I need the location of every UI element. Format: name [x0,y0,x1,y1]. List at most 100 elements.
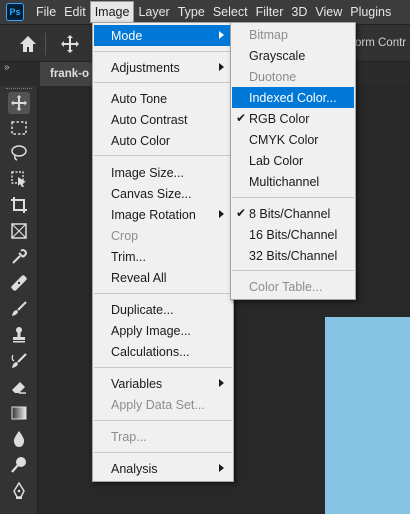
menu-separator [94,293,232,294]
checkmark-icon: ✔ [236,206,247,220]
submenu-arrow-icon [219,63,224,71]
menu-3d[interactable]: 3D [287,1,311,23]
menu-item-label: Calculations... [111,344,190,359]
menu-separator [94,452,232,453]
menu-item-label: Apply Image... [111,323,191,338]
menu-item-label: Analysis [111,461,158,476]
menu-item-label: Auto Tone [111,91,168,106]
menu-layer[interactable]: Layer [134,1,173,23]
menu-item-variables[interactable]: Variables [94,373,232,394]
menu-item-auto-contrast[interactable]: Auto Contrast [94,109,232,130]
menu-bar: Ps File Edit Image Layer Type Select Fil… [0,0,410,24]
pen-tool-icon[interactable] [8,480,30,502]
blur-tool-icon[interactable] [8,428,30,450]
menu-image[interactable]: Image [89,1,135,23]
mode-item-16-bits[interactable]: 16 Bits/Channel [232,224,354,245]
menu-item-trap: Trap... [94,426,232,447]
healing-brush-tool-icon[interactable] [8,272,30,294]
menu-item-label: 16 Bits/Channel [249,227,338,242]
menu-item-image-rotation[interactable]: Image Rotation [94,204,232,225]
document-image[interactable] [325,317,410,514]
menu-item-label: CMYK Color [249,132,319,147]
mode-item-bitmap: Bitmap [232,24,354,45]
menu-item-apply-data-set: Apply Data Set... [94,394,232,415]
object-select-tool-icon[interactable] [8,168,30,190]
menu-item-auto-color[interactable]: Auto Color [94,130,232,151]
collapse-panel-icon[interactable]: » [4,62,10,73]
menu-item-label: Crop [111,228,139,243]
menu-item-label: Multichannel [249,174,320,189]
options-divider [45,33,46,55]
menu-item-label: Auto Color [111,133,171,148]
menu-select[interactable]: Select [209,1,252,23]
eraser-tool-icon[interactable] [8,376,30,398]
eyedropper-tool-icon[interactable] [8,246,30,268]
menu-item-crop: Crop [94,225,232,246]
mode-item-rgb-color[interactable]: ✔ RGB Color [232,108,354,129]
menu-separator [232,197,354,198]
mode-item-indexed-color[interactable]: Indexed Color... [232,87,354,108]
menu-item-trim[interactable]: Trim... [94,246,232,267]
menu-item-label: Auto Contrast [111,112,188,127]
submenu-arrow-icon [219,210,224,218]
submenu-arrow-icon [219,464,224,472]
menu-filter[interactable]: Filter [252,1,288,23]
menu-item-canvas-size[interactable]: Canvas Size... [94,183,232,204]
mode-item-32-bits[interactable]: 32 Bits/Channel [232,245,354,266]
lasso-tool-icon[interactable] [8,142,30,164]
mode-item-multichannel[interactable]: Multichannel [232,171,354,192]
frame-tool-icon[interactable] [8,220,30,242]
menu-item-calculations[interactable]: Calculations... [94,341,232,362]
brush-tool-icon[interactable] [8,298,30,320]
menu-item-label: Duplicate... [111,302,174,317]
menu-item-label: Lab Color [249,153,304,168]
menu-separator [94,51,232,52]
mode-item-lab-color[interactable]: Lab Color [232,150,354,171]
history-brush-tool-icon[interactable] [8,350,30,372]
menu-plugins[interactable]: Plugins [346,1,395,23]
submenu-arrow-icon [219,31,224,39]
gradient-tool-icon[interactable] [8,402,30,424]
menu-item-label: Variables [111,376,163,391]
menu-item-reveal-all[interactable]: Reveal All [94,267,232,288]
marquee-tool-icon[interactable] [8,117,30,139]
menu-file[interactable]: File [32,1,60,23]
menu-item-label: Duotone [249,69,297,84]
menu-item-image-size[interactable]: Image Size... [94,162,232,183]
menu-item-apply-image[interactable]: Apply Image... [94,320,232,341]
menu-item-label: Adjustments [111,60,180,75]
dodge-tool-icon[interactable] [8,454,30,476]
menu-edit[interactable]: Edit [60,1,90,23]
menu-item-label: Canvas Size... [111,186,192,201]
submenu-arrow-icon [219,379,224,387]
menu-view[interactable]: View [311,1,346,23]
menu-separator [94,367,232,368]
move-tool-icon[interactable] [8,92,30,114]
mode-submenu: Bitmap Grayscale Duotone Indexed Color..… [230,22,356,300]
checkmark-icon: ✔ [236,111,247,125]
document-tab[interactable]: frank-o [40,62,100,86]
menu-item-mode[interactable]: Mode [94,25,232,46]
transform-controls-label[interactable]: orm Contr [355,37,406,49]
tools-panel [0,86,38,514]
home-icon[interactable] [18,34,38,54]
toolbar-grip[interactable] [6,88,32,90]
menu-item-label: 8 Bits/Channel [249,206,331,221]
mode-item-cmyk-color[interactable]: CMYK Color [232,129,354,150]
mode-item-8-bits[interactable]: ✔ 8 Bits/Channel [232,203,354,224]
menu-item-duplicate[interactable]: Duplicate... [94,299,232,320]
menu-item-label: Mode [111,28,143,43]
menu-item-label: Image Rotation [111,207,196,222]
menu-item-auto-tone[interactable]: Auto Tone [94,88,232,109]
crop-tool-icon[interactable] [8,194,30,216]
move-icon[interactable] [60,34,80,54]
clone-stamp-tool-icon[interactable] [8,324,30,346]
menu-item-label: Reveal All [111,270,167,285]
menu-type[interactable]: Type [174,1,209,23]
mode-item-grayscale[interactable]: Grayscale [232,45,354,66]
menu-item-label: Indexed Color... [249,90,337,105]
menu-item-adjustments[interactable]: Adjustments [94,57,232,78]
menu-item-analysis[interactable]: Analysis [94,458,232,479]
photoshop-logo: Ps [6,3,24,21]
menu-item-label: 32 Bits/Channel [249,248,338,263]
